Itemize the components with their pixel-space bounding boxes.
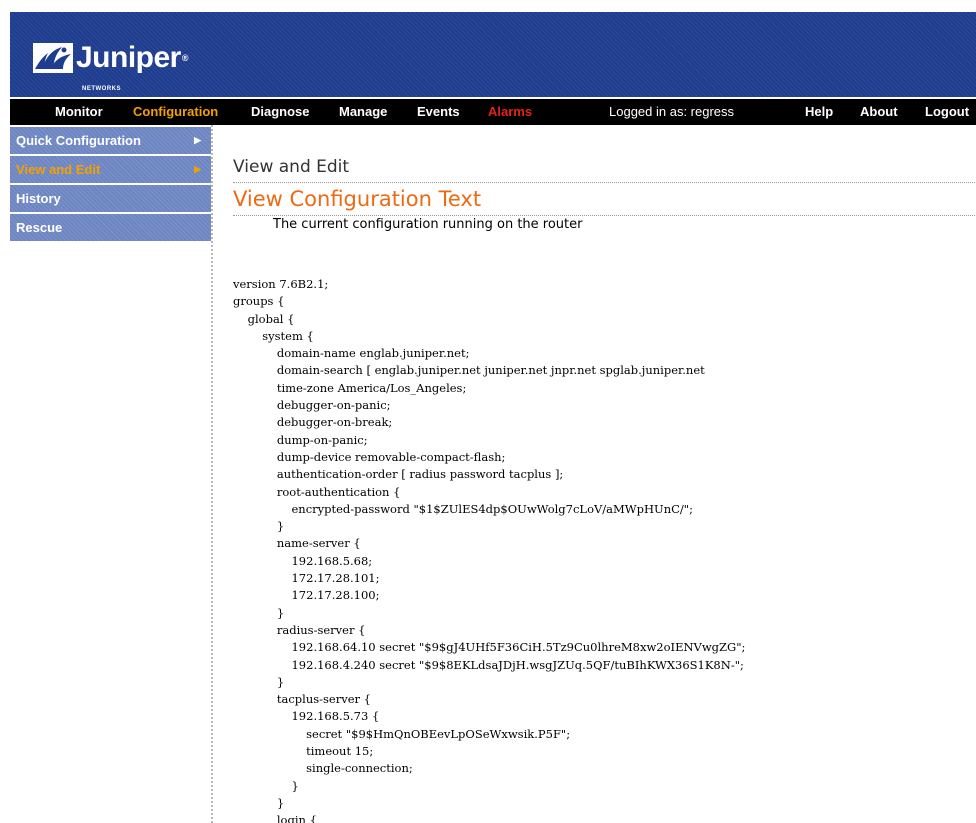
arrow-right-icon: ▶ [194, 135, 201, 145]
config-line: authentication-order [ radius password t… [233, 467, 564, 482]
sidebar-item-label: View and Edit [16, 162, 101, 177]
top-nav-bar: Monitor Configuration Diagnose Manage Ev… [10, 99, 976, 125]
config-line: 192.168.4.240 secret "$9$8EKLdsaJDjH.wsg… [233, 657, 744, 672]
config-line: time-zone America/Los_Angeles; [233, 380, 467, 395]
divider [233, 215, 976, 216]
config-line: encrypted-password "$1$ZUlES4dp$OUwWolg7… [233, 501, 693, 516]
sidebar-item-history[interactable]: History [10, 185, 211, 212]
sidebar: Quick Configuration ▶ View and Edit ▶ Hi… [10, 125, 213, 823]
main-content: View and Edit View Configuration Text Th… [214, 125, 976, 823]
config-line: } [233, 674, 285, 689]
breadcrumb: View and Edit [233, 157, 350, 177]
sidebar-item-quick-configuration[interactable]: Quick Configuration ▶ [10, 127, 211, 154]
config-line: radius-server { [233, 622, 366, 637]
config-line: 172.17.28.101; [233, 571, 380, 586]
sidebar-item-label: History [16, 191, 61, 206]
config-line: root-authentication { [233, 484, 401, 499]
nav-alarms[interactable]: Alarms [488, 104, 532, 119]
page-title: View Configuration Text [233, 187, 482, 211]
nav-events[interactable]: Events [417, 104, 460, 119]
config-line: } [233, 605, 285, 620]
config-line: domain-name englab.juniper.net; [233, 346, 470, 361]
config-line: 192.168.5.68; [233, 553, 373, 568]
config-line: single-connection; [233, 761, 413, 776]
juniper-logo[interactable]: Juniper® NETWORKS [32, 38, 189, 92]
config-line: } [233, 519, 285, 534]
config-text: version 7.6B2.1; groups { global { system… [233, 276, 745, 823]
config-line: domain-search [ englab.juniper.net junip… [233, 363, 705, 378]
nav-manage[interactable]: Manage [339, 104, 387, 119]
config-line: login { [233, 813, 317, 823]
header-banner: Juniper® NETWORKS [10, 12, 976, 97]
nav-monitor[interactable]: Monitor [55, 104, 103, 119]
config-line: 172.17.28.100; [233, 588, 380, 603]
config-line: version 7.6B2.1; [233, 277, 329, 291]
config-line: tacplus-server { [233, 692, 371, 707]
config-line: dump-device removable-compact-flash; [233, 449, 506, 464]
sidebar-item-rescue[interactable]: Rescue [10, 214, 211, 241]
config-line: } [233, 778, 299, 793]
logo-wordmark: Juniper [76, 41, 181, 74]
nav-configuration[interactable]: Configuration [133, 104, 218, 119]
nav-logout[interactable]: Logout [925, 104, 969, 119]
nav-help[interactable]: Help [805, 104, 833, 119]
config-line: global { [233, 311, 295, 326]
sidebar-item-view-and-edit[interactable]: View and Edit ▶ [10, 156, 211, 183]
divider [233, 182, 976, 183]
sidebar-item-label: Quick Configuration [16, 133, 141, 148]
logged-in-status: Logged in as: regress [609, 104, 735, 119]
config-line: } [233, 795, 285, 810]
config-line: name-server { [233, 536, 361, 551]
config-line: system { [233, 328, 314, 343]
config-line: dump-on-panic; [233, 432, 368, 447]
page-subtitle: The current configuration running on the… [273, 217, 583, 232]
nav-diagnose[interactable]: Diagnose [251, 104, 310, 119]
config-line: secret "$9$HmQnOBEevLpOSeWxwsik.P5F"; [233, 726, 571, 741]
config-line: timeout 15; [233, 744, 374, 759]
sidebar-item-label: Rescue [16, 220, 63, 235]
config-line: 192.168.64.10 secret "$9$gJ4UHf5F36CiH.5… [233, 640, 746, 655]
config-line: debugger-on-break; [233, 415, 393, 430]
arrow-right-icon: ▶ [194, 164, 201, 174]
juniper-logo-icon [33, 43, 73, 73]
config-line: groups { [233, 294, 285, 309]
nav-about[interactable]: About [860, 104, 898, 119]
config-line: debugger-on-panic; [233, 398, 391, 413]
registered-mark: ® [181, 53, 189, 63]
config-line: 192.168.5.73 { [233, 709, 380, 724]
